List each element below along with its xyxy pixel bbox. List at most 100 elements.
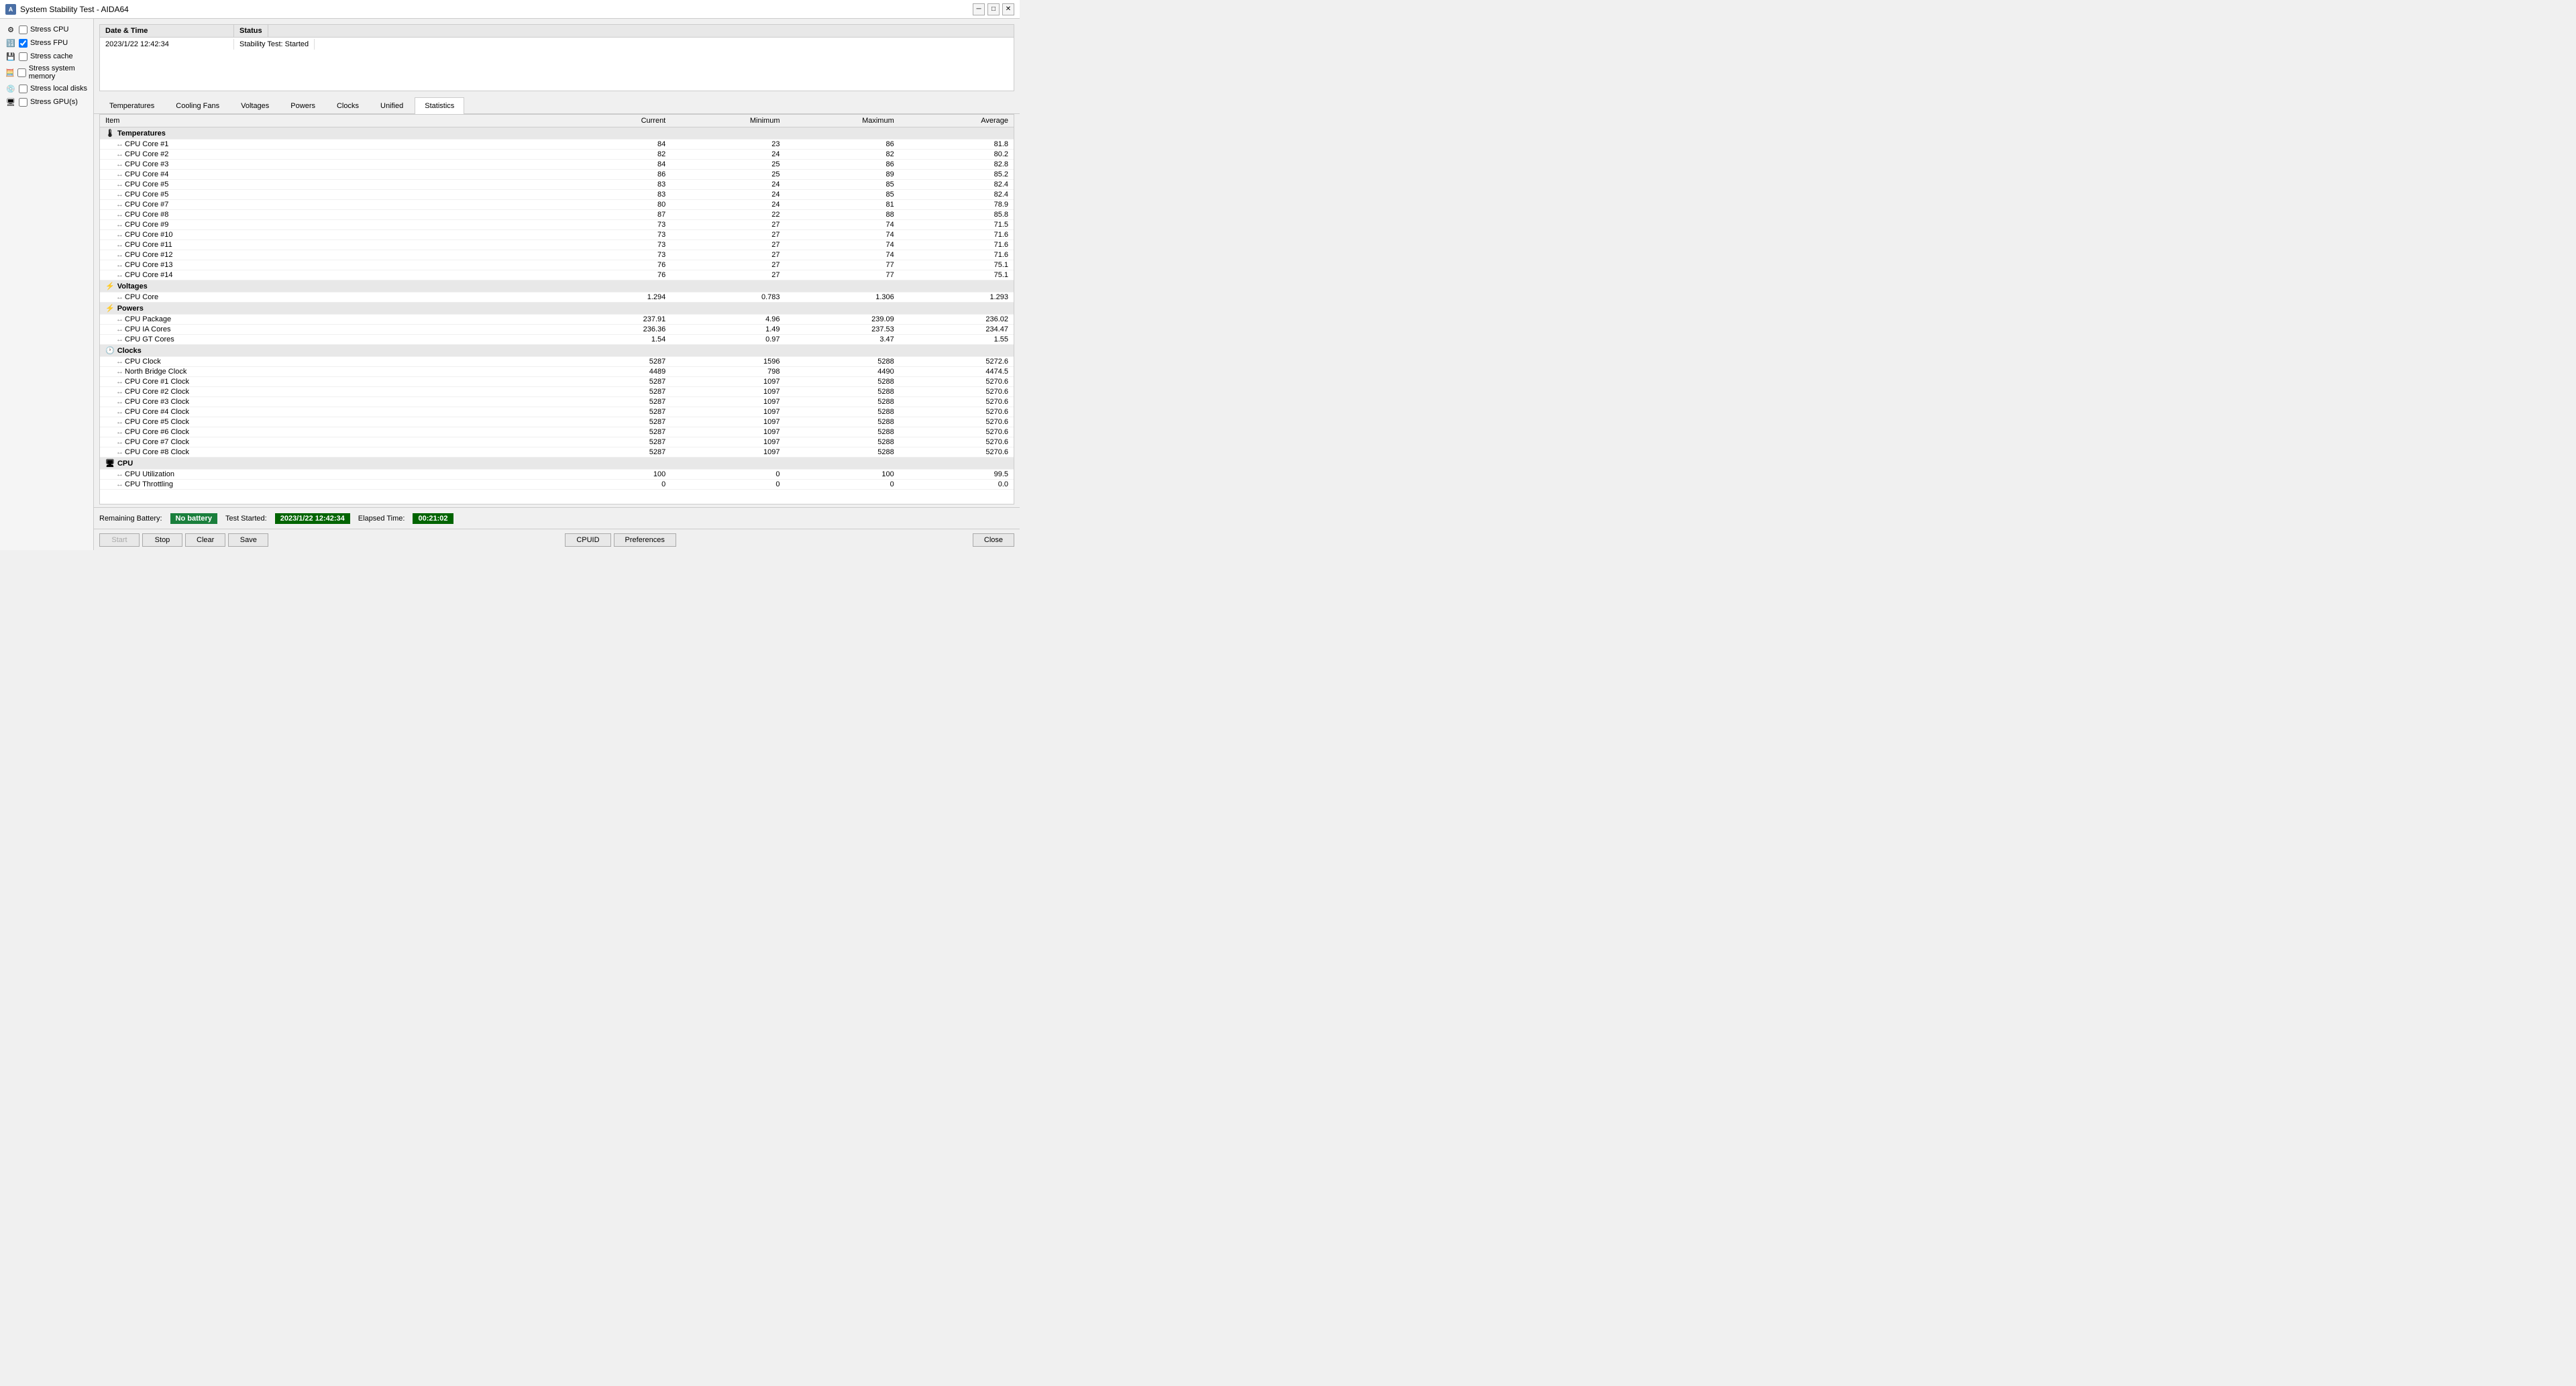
row-average: 5270.6 — [900, 377, 1014, 387]
tab-powers[interactable]: Powers — [280, 97, 325, 114]
tab-statistics[interactable]: Statistics — [415, 97, 464, 114]
row-current: 73 — [557, 220, 671, 230]
row-current: 236.36 — [557, 325, 671, 335]
status-text: Stability Test: Started — [234, 39, 315, 50]
row-maximum: 5288 — [786, 447, 900, 458]
row-arrow: ↔ — [116, 140, 123, 148]
stress-gpu-label[interactable]: Stress GPU(s) — [30, 98, 78, 106]
stress-fpu-label[interactable]: Stress FPU — [30, 39, 68, 47]
save-button[interactable]: Save — [228, 533, 268, 547]
row-minimum: 27 — [671, 220, 785, 230]
group-header-powers: ⚡Powers — [100, 303, 1014, 315]
table-row: ↔CPU Core 1.294 0.783 1.306 1.293 — [100, 292, 1014, 303]
row-current: 5287 — [557, 357, 671, 367]
row-current: 237.91 — [557, 315, 671, 325]
stress-cpu-checkbox[interactable] — [19, 25, 28, 34]
group-header-voltages: ⚡Voltages — [100, 280, 1014, 292]
row-current: 76 — [557, 260, 671, 270]
table-row: ↔CPU Core #8 Clock 5287 1097 5288 5270.6 — [100, 447, 1014, 458]
right-panel: Date & Time Status 2023/1/22 12:42:34 St… — [94, 19, 1020, 550]
row-item: ↔CPU IA Cores — [100, 325, 557, 335]
row-arrow: ↔ — [116, 378, 123, 386]
stress-cpu-item: ⚙ Stress CPU — [5, 24, 88, 35]
memory-stress-icon: 🧮 — [5, 67, 15, 78]
clear-button[interactable]: Clear — [185, 533, 225, 547]
close-button[interactable]: ✕ — [1002, 3, 1014, 15]
row-arrow: ↔ — [116, 221, 123, 229]
elapsed-value: 00:21:02 — [413, 513, 453, 524]
cpuid-button[interactable]: CPUID — [565, 533, 610, 547]
row-item: ↔CPU Core #1 — [100, 140, 557, 150]
title-bar: A System Stability Test - AIDA64 ─ □ ✕ — [0, 0, 1020, 19]
tab-voltages[interactable]: Voltages — [231, 97, 279, 114]
close-window-button[interactable]: Close — [973, 533, 1014, 547]
group-label: 🕐Clocks — [100, 345, 1014, 357]
status-row: 2023/1/22 12:42:34 Stability Test: Start… — [100, 38, 1014, 51]
restore-button[interactable]: □ — [987, 3, 1000, 15]
stress-fpu-item: 🔢 Stress FPU — [5, 38, 88, 48]
stress-gpu-checkbox[interactable] — [19, 98, 28, 107]
stress-memory-label[interactable]: Stress system memory — [29, 64, 88, 81]
row-maximum: 86 — [786, 140, 900, 150]
group-icon: 🌡 — [105, 129, 115, 138]
stress-cpu-label[interactable]: Stress CPU — [30, 25, 68, 34]
stress-memory-checkbox[interactable] — [17, 68, 26, 77]
row-current: 83 — [557, 180, 671, 190]
stress-gpu-item: 🖥 Stress GPU(s) — [5, 97, 88, 107]
stress-disks-checkbox[interactable] — [19, 85, 28, 93]
statistics-table: Item Current Minimum Maximum Average 🌡Te… — [100, 115, 1014, 490]
row-current: 82 — [557, 150, 671, 160]
table-row: ↔CPU Core #2 Clock 5287 1097 5288 5270.6 — [100, 387, 1014, 397]
battery-value: No battery — [170, 513, 217, 524]
row-minimum: 1097 — [671, 407, 785, 417]
start-button[interactable]: Start — [99, 533, 140, 547]
window-title: System Stability Test - AIDA64 — [20, 5, 129, 14]
tab-cooling-fans[interactable]: Cooling Fans — [166, 97, 229, 114]
minimize-button[interactable]: ─ — [973, 3, 985, 15]
row-maximum: 74 — [786, 240, 900, 250]
row-minimum: 24 — [671, 200, 785, 210]
row-arrow: ↔ — [116, 325, 123, 333]
row-minimum: 0.97 — [671, 335, 785, 345]
row-maximum: 0 — [786, 480, 900, 490]
table-row: ↔CPU Core #6 Clock 5287 1097 5288 5270.6 — [100, 427, 1014, 437]
row-average: 82.4 — [900, 190, 1014, 200]
row-average: 75.1 — [900, 260, 1014, 270]
row-minimum: 24 — [671, 180, 785, 190]
row-arrow: ↔ — [116, 251, 123, 259]
stress-fpu-checkbox[interactable] — [19, 39, 28, 48]
row-maximum: 5288 — [786, 437, 900, 447]
row-current: 0 — [557, 480, 671, 490]
row-item: ↔CPU Core #5 — [100, 190, 557, 200]
preferences-button[interactable]: Preferences — [614, 533, 676, 547]
row-average: 1.55 — [900, 335, 1014, 345]
group-header-temperatures: 🌡Temperatures — [100, 127, 1014, 140]
tab-unified[interactable]: Unified — [370, 97, 413, 114]
row-current: 73 — [557, 250, 671, 260]
row-current: 80 — [557, 200, 671, 210]
tab-temperatures[interactable]: Temperatures — [99, 97, 164, 114]
table-row: ↔CPU Core #7 Clock 5287 1097 5288 5270.6 — [100, 437, 1014, 447]
stop-button[interactable]: Stop — [142, 533, 182, 547]
row-arrow: ↔ — [116, 438, 123, 446]
row-current: 87 — [557, 210, 671, 220]
row-minimum: 23 — [671, 140, 785, 150]
row-minimum: 27 — [671, 270, 785, 280]
group-icon: ⚡ — [105, 305, 115, 313]
row-minimum: 1596 — [671, 357, 785, 367]
stress-cache-label[interactable]: Stress cache — [30, 52, 73, 60]
row-current: 100 — [557, 470, 671, 480]
stress-disks-label[interactable]: Stress local disks — [30, 85, 87, 93]
row-maximum: 77 — [786, 270, 900, 280]
table-row: ↔CPU Core #11 73 27 74 71.6 — [100, 240, 1014, 250]
row-minimum: 0 — [671, 470, 785, 480]
row-maximum: 5288 — [786, 407, 900, 417]
row-current: 1.54 — [557, 335, 671, 345]
stress-cache-checkbox[interactable] — [19, 52, 28, 61]
row-maximum: 5288 — [786, 377, 900, 387]
tab-clocks[interactable]: Clocks — [327, 97, 369, 114]
table-row: ↔CPU Utilization 100 0 100 99.5 — [100, 470, 1014, 480]
row-average: 80.2 — [900, 150, 1014, 160]
row-maximum: 85 — [786, 180, 900, 190]
row-item: ↔CPU Core #13 — [100, 260, 557, 270]
